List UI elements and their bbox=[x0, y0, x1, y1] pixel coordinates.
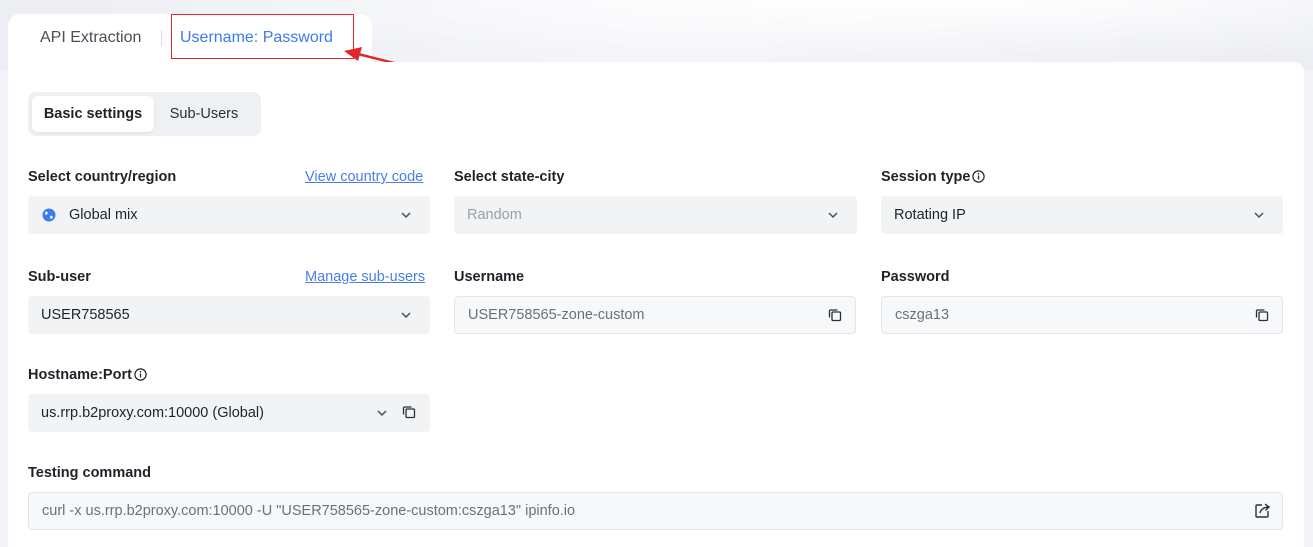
state-select[interactable]: Random bbox=[454, 196, 857, 234]
globe-icon bbox=[42, 208, 56, 222]
username-field[interactable]: USER758565-zone-custom bbox=[454, 296, 856, 334]
country-select[interactable]: Global mix bbox=[28, 196, 430, 234]
export-icon[interactable] bbox=[1254, 502, 1271, 519]
annotation-highlight-box bbox=[171, 14, 354, 59]
tab-divider bbox=[161, 30, 162, 46]
session-type-value: Rotating IP bbox=[894, 207, 966, 223]
hostname-port-select[interactable]: us.rrp.b2proxy.com:10000 (Global) bbox=[28, 394, 430, 432]
testing-command-field[interactable]: curl -x us.rrp.b2proxy.com:10000 -U "USE… bbox=[28, 492, 1283, 530]
state-placeholder: Random bbox=[467, 207, 522, 223]
sub-user-label: Sub-user bbox=[28, 269, 91, 285]
session-type-label: Session type bbox=[881, 169, 986, 185]
hostname-port-value: us.rrp.b2proxy.com:10000 (Global) bbox=[41, 405, 264, 421]
copy-icon[interactable] bbox=[1255, 308, 1269, 322]
hostname-port-label: Hostname:Port bbox=[28, 367, 147, 383]
username-value: USER758565-zone-custom bbox=[468, 307, 645, 323]
sub-users-button[interactable]: Sub-Users bbox=[159, 96, 249, 132]
session-type-select[interactable]: Rotating IP bbox=[881, 196, 1283, 234]
chevron-down-icon bbox=[828, 212, 838, 219]
chevron-down-icon bbox=[401, 212, 411, 219]
tab-api-extraction[interactable]: API Extraction bbox=[40, 28, 141, 48]
copy-icon[interactable] bbox=[828, 308, 842, 322]
username-label: Username bbox=[454, 269, 525, 285]
session-type-label-text: Session type bbox=[881, 169, 971, 185]
testing-command-label: Testing command bbox=[28, 465, 151, 481]
view-country-code-link[interactable]: View country code bbox=[305, 169, 423, 185]
chevron-down-icon bbox=[1254, 212, 1264, 219]
password-label: Password bbox=[881, 269, 950, 285]
country-value: Global mix bbox=[69, 207, 138, 223]
basic-settings-button[interactable]: Basic settings bbox=[32, 96, 154, 132]
settings-segmented-control: Basic settings Sub-Users bbox=[28, 92, 261, 136]
password-field[interactable]: cszga13 bbox=[881, 296, 1283, 334]
chevron-down-icon bbox=[401, 312, 411, 319]
sub-user-select[interactable]: USER758565 bbox=[28, 296, 430, 334]
info-icon[interactable] bbox=[972, 170, 986, 183]
info-icon[interactable] bbox=[134, 368, 147, 381]
password-value: cszga13 bbox=[895, 307, 950, 323]
hostname-port-label-text: Hostname:Port bbox=[28, 367, 132, 383]
copy-icon[interactable] bbox=[402, 405, 416, 419]
state-label: Select state-city bbox=[454, 169, 565, 185]
testing-command-value: curl -x us.rrp.b2proxy.com:10000 -U "USE… bbox=[42, 503, 576, 519]
chevron-down-icon bbox=[377, 410, 387, 417]
country-label: Select country/region bbox=[28, 169, 177, 185]
manage-sub-users-link[interactable]: Manage sub-users bbox=[305, 269, 425, 285]
sub-user-value: USER758565 bbox=[41, 307, 130, 323]
